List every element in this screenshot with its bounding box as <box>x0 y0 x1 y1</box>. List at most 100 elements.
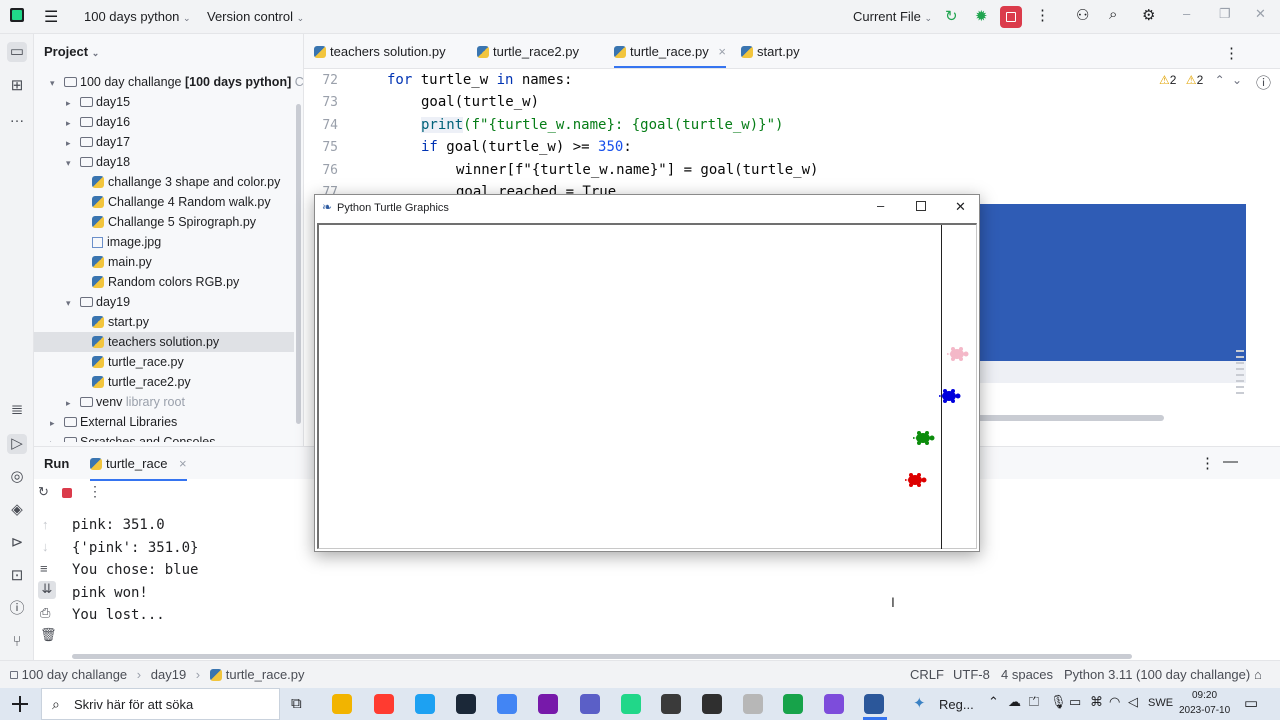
close-icon[interactable]: ✕ <box>955 199 966 215</box>
tree-item[interactable]: ▸ venv library root <box>34 392 294 412</box>
taskbar-app-icon[interactable] <box>497 694 517 714</box>
chevron-right-icon[interactable]: ▸ <box>50 413 64 433</box>
taskbar-app-icon[interactable] <box>374 694 394 714</box>
start-windows-icon[interactable] <box>12 696 28 712</box>
network-icon[interactable]: ⌘ <box>1090 694 1103 710</box>
taskbar-app-icon[interactable] <box>864 694 884 714</box>
inspection-widget[interactable]: ⚠2 ⚠2 ⌃ ⌄ <box>1159 73 1242 87</box>
chevron-right-icon[interactable]: ▸ <box>50 433 64 442</box>
more-options-icon[interactable]: ⋮ <box>1200 454 1215 472</box>
taskbar-app-icon[interactable] <box>538 694 558 714</box>
more-tools-icon[interactable]: … <box>7 108 27 128</box>
scroll-up-icon[interactable]: ↑ <box>42 517 49 532</box>
problems-icon[interactable]: ⓘ <box>7 599 27 619</box>
tree-item[interactable]: Challange 4 Random walk.py <box>34 192 294 212</box>
maximize-icon[interactable] <box>916 201 926 211</box>
editor-scrollbar-markers[interactable] <box>1236 350 1244 396</box>
tree-item[interactable]: Random colors RGB.py <box>34 272 294 292</box>
hide-panel-icon[interactable]: — <box>1223 453 1238 470</box>
clock-time[interactable]: 09:20 <box>1192 690 1217 701</box>
scroll-to-end-icon[interactable]: ⇊ <box>38 581 56 599</box>
taskbar-app-icon[interactable] <box>824 694 844 714</box>
breadcrumb-item[interactable]: 100 day challange <box>22 667 128 682</box>
run-config-tab[interactable]: turtle_race × <box>90 456 187 481</box>
chevron-down-icon[interactable]: ⌄ <box>1232 73 1242 87</box>
run-config-selector[interactable]: Current File ⌄ <box>853 9 932 24</box>
tree-item[interactable]: ▸ day15 <box>34 92 294 112</box>
scroll-down-icon[interactable]: ↓ <box>42 539 49 554</box>
chevron-down-icon[interactable]: ▾ <box>66 153 80 173</box>
taskbar-app-icon[interactable] <box>743 694 763 714</box>
clock-date[interactable]: 2023-07-10 <box>1179 705 1230 716</box>
chevron-down-icon[interactable]: ▾ <box>50 73 64 93</box>
tree-item[interactable]: main.py <box>34 252 294 272</box>
chevron-right-icon[interactable]: ▸ <box>66 93 80 113</box>
chevron-down-icon[interactable]: ▾ <box>66 293 80 313</box>
project-selector[interactable]: 100 days python ⌄ <box>84 9 191 24</box>
show-hidden-icons-icon[interactable]: ⌃ <box>988 694 999 710</box>
tree-item[interactable]: turtle_race.py <box>34 352 294 372</box>
tree-item[interactable]: ▾ day19 <box>34 292 294 312</box>
console-horizontal-scrollbar[interactable] <box>72 654 1132 659</box>
taskbar-app-icon[interactable] <box>332 694 352 714</box>
taskbar-app-icon[interactable] <box>456 694 476 714</box>
close-window-icon[interactable]: ✕ <box>1255 6 1266 22</box>
search-icon[interactable]: ⌕ <box>1109 6 1117 23</box>
tab-teachers-solution[interactable]: teachers solution.py <box>314 44 446 59</box>
tree-item[interactable]: turtle_race2.py <box>34 372 294 392</box>
project-panel-header[interactable]: Project ⌄ <box>44 44 99 59</box>
tree-item[interactable]: ▸ External Libraries <box>34 412 294 432</box>
language-indicator[interactable]: SWE <box>1148 697 1173 709</box>
debug-icon[interactable]: ✹ <box>975 7 988 25</box>
project-tool-folder-icon[interactable]: ▭ <box>7 42 27 62</box>
tree-item[interactable]: challange 3 shape and color.py <box>34 172 294 192</box>
taskbar-app-icon[interactable] <box>702 694 722 714</box>
taskbar-search[interactable]: ⌕ Skriv här för att söka <box>41 688 280 720</box>
turtle-window-titlebar[interactable]: ❧ Python Turtle Graphics – ✕ <box>315 195 979 221</box>
bookmarks-list-icon[interactable]: ≣ <box>7 400 27 420</box>
indent-widget[interactable]: 4 spaces <box>1001 667 1053 682</box>
tree-item[interactable]: ▸ day16 <box>34 112 294 132</box>
more-icon[interactable]: ⋮ <box>88 483 102 500</box>
chevron-right-icon[interactable]: ▸ <box>66 113 80 133</box>
notification-center-icon[interactable]: ▭ <box>1244 694 1258 712</box>
vcs-selector[interactable]: Version control ⌄ <box>207 9 304 24</box>
tree-item[interactable]: Challange 5 Spirograph.py <box>34 212 294 232</box>
breadcrumb-item[interactable]: day19 <box>151 667 186 682</box>
pycharm-logo[interactable] <box>10 8 24 22</box>
usb-icon[interactable]: ⏍ <box>1029 694 1039 710</box>
task-view-icon[interactable]: ⧉ <box>291 695 302 712</box>
python-packages-icon[interactable]: ◎ <box>7 467 27 487</box>
rerun-icon[interactable]: ↻ <box>945 7 958 25</box>
maximize-icon[interactable]: ❐ <box>1219 6 1231 22</box>
terminal-icon[interactable]: ⊡ <box>7 566 27 586</box>
tree-item[interactable]: ▸ day17 <box>34 132 294 152</box>
tree-item[interactable]: ▾ 100 day challange [100 days python] C <box>34 72 303 93</box>
rerun-icon[interactable]: ↻ <box>38 484 49 500</box>
tree-item[interactable]: ▸ Scratches and Consoles <box>34 432 294 442</box>
tab-turtle-race[interactable]: turtle_race.py × <box>614 44 726 68</box>
lock-icon[interactable]: ⌂ <box>1254 667 1262 682</box>
settings-gear-icon[interactable]: ⚙ <box>1142 6 1155 24</box>
print-icon[interactable]: ⎙ <box>40 605 50 621</box>
tab-start[interactable]: start.py <box>741 44 800 59</box>
run-tab-label[interactable]: Run <box>44 456 69 471</box>
run-tool-icon[interactable]: ▷ <box>7 434 27 454</box>
line-separator-widget[interactable]: CRLF <box>910 667 944 682</box>
minimize-icon[interactable]: – <box>1183 6 1190 21</box>
git-icon[interactable]: ⑂ <box>7 632 27 652</box>
taskbar-app-icon[interactable] <box>783 694 803 714</box>
main-menu-icon[interactable]: ☰ <box>44 7 58 27</box>
notifications-icon[interactable]: ⓘ <box>1256 72 1271 93</box>
stop-button[interactable] <box>1000 6 1022 28</box>
encoding-widget[interactable]: UTF-8 <box>953 667 990 682</box>
turtle-canvas[interactable] <box>317 223 977 549</box>
user-icon[interactable]: ⚇ <box>1076 6 1089 24</box>
layers-icon[interactable]: ◈ <box>7 500 27 520</box>
taskbar-app-label[interactable]: Reg... <box>939 697 974 712</box>
tree-item[interactable]: teachers solution.py <box>34 332 294 352</box>
close-tab-icon[interactable]: × <box>179 456 187 471</box>
stop-icon[interactable] <box>62 488 72 498</box>
chevron-right-icon[interactable]: ▸ <box>66 133 80 153</box>
services-icon[interactable]: ⊳ <box>7 533 27 553</box>
